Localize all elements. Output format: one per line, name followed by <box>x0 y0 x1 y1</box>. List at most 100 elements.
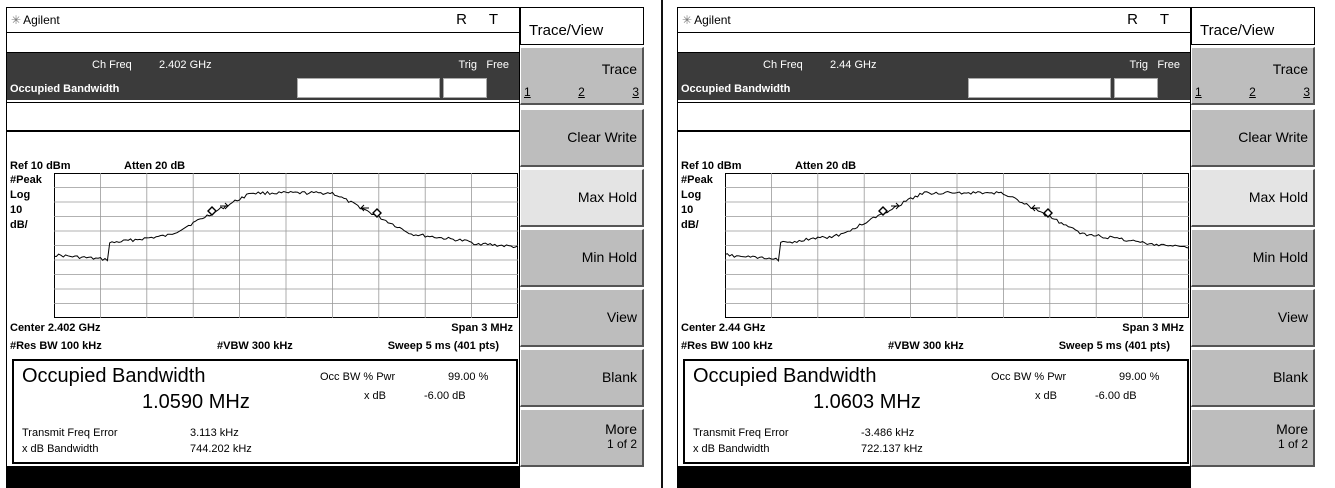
status-line <box>678 102 1190 132</box>
blank-softkey[interactable]: Blank <box>1191 349 1315 407</box>
occ-bw-pwr-label: Occ BW % Pwr <box>991 371 1067 383</box>
softkey-sublabel: 1 of 2 <box>606 437 637 451</box>
softkey-label: View <box>1277 309 1308 325</box>
min-hold-softkey[interactable]: Min Hold <box>1191 229 1315 287</box>
max-hold-softkey[interactable]: Max Hold <box>1191 169 1315 227</box>
softkey-label: Clear Write <box>567 129 637 145</box>
transmit-freq-error-label: Transmit Freq Error <box>693 427 789 439</box>
trace-1-option[interactable]: 1 <box>1195 85 1202 99</box>
diamond-marker-icon <box>207 206 217 216</box>
detector-label: #Peak <box>681 174 713 186</box>
scale-value-label: 10 <box>10 204 23 216</box>
status-line <box>7 102 519 132</box>
softkey-label: More <box>605 421 637 437</box>
title-bar: ✳ Agilent R T <box>678 8 1190 33</box>
span-label: Span 3 MHz <box>1122 322 1184 334</box>
brand-name: Agilent <box>23 13 60 27</box>
brand-name: Agilent <box>694 13 731 27</box>
trace-number-selector: 1 2 3 <box>524 85 639 99</box>
trace-number-selector: 1 2 3 <box>1195 85 1310 99</box>
scale-unit-label: dB/ <box>10 219 28 231</box>
brand-logo: ✳ Agilent <box>11 13 60 27</box>
x-db-bandwidth-label: x dB Bandwidth <box>693 443 770 455</box>
title-bar: ✳ Agilent R T <box>7 8 519 33</box>
scale-unit-label: dB/ <box>681 219 699 231</box>
softkey-label: More <box>1276 421 1308 437</box>
softkey-label: Min Hold <box>1252 249 1308 265</box>
sweep-label: Sweep 5 ms (401 pts) <box>1058 340 1170 352</box>
softkey-label: View <box>606 309 637 325</box>
trace-2-option[interactable]: 2 <box>1249 85 1256 99</box>
ref-level-label: Ref 10 dBm <box>681 160 742 172</box>
ch-freq-value: 2.402 GHz <box>159 59 212 71</box>
softkey-menu: Trace/View Trace 1 2 3 Clear Write Max H… <box>520 7 646 488</box>
transmit-freq-error-value: -3.486 kHz <box>861 427 915 439</box>
softkey-label: Trace <box>601 61 637 77</box>
spectrum-graph <box>725 173 1189 318</box>
view-softkey[interactable]: View <box>1191 289 1315 347</box>
softkey-label: Max Hold <box>1248 189 1308 205</box>
more-softkey[interactable]: More 1 of 2 <box>1191 409 1315 467</box>
softkey-sublabel: 1 of 2 <box>1277 437 1308 451</box>
entry-field-small <box>443 78 487 98</box>
scale-type-label: Log <box>681 189 702 201</box>
detector-label: #Peak <box>10 174 42 186</box>
result-title: Occupied Bandwidth <box>693 365 877 387</box>
max-hold-softkey[interactable]: Max Hold <box>520 169 644 227</box>
x-db-value: -6.00 dB <box>424 390 466 402</box>
results-box: Occupied Bandwidth 1.0603 MHz Occ BW % P… <box>683 359 1189 464</box>
diamond-marker-icon <box>878 206 888 216</box>
analyzer-panel-1: ✳ Agilent R T Ch Freq 2.402 GHz Trig Free… <box>0 0 661 488</box>
transmit-freq-error-value: 3.113 kHz <box>190 427 239 439</box>
occupied-bandwidth-value: 1.0603 MHz <box>813 391 921 413</box>
min-hold-softkey[interactable]: Min Hold <box>520 229 644 287</box>
status-bar <box>7 466 519 487</box>
view-softkey[interactable]: View <box>520 289 644 347</box>
x-db-bandwidth-label: x dB Bandwidth <box>22 443 99 455</box>
measurement-header: Ch Freq 2.44 GHz Trig Free Occupied Band… <box>678 53 1190 100</box>
trace-3-option[interactable]: 3 <box>1303 85 1310 99</box>
vbw-label: #VBW 300 kHz <box>217 340 293 352</box>
occ-bw-pwr-value: 99.00 % <box>448 371 489 383</box>
trig-label: Trig <box>1129 59 1148 71</box>
analyzer-screen: ✳ Agilent R T Ch Freq 2.402 GHz Trig Free… <box>6 7 520 488</box>
entry-field <box>968 78 1111 98</box>
message-line <box>7 33 519 53</box>
trace-1-option[interactable]: 1 <box>524 85 531 99</box>
diamond-marker-icon <box>372 208 382 218</box>
trace-select-softkey[interactable]: Trace 1 2 3 <box>520 47 644 105</box>
entry-field-small <box>1114 78 1158 98</box>
atten-label: Atten 20 dB <box>124 160 186 172</box>
analyzer-panel-2: ✳ Agilent R T Ch Freq 2.44 GHz Trig Free … <box>671 0 1332 488</box>
scale-value-label: 10 <box>681 204 694 216</box>
scale-type-label: Log <box>10 189 31 201</box>
brand-logo: ✳ Agilent <box>682 13 731 27</box>
clear-write-softkey[interactable]: Clear Write <box>520 109 644 167</box>
graticule <box>725 173 1189 318</box>
trace-select-softkey[interactable]: Trace 1 2 3 <box>1191 47 1315 105</box>
measurement-header: Ch Freq 2.402 GHz Trig Free Occupied Ban… <box>7 53 519 100</box>
ch-freq-value: 2.44 GHz <box>830 59 877 71</box>
x-db-label: x dB <box>364 390 387 402</box>
results-box: Occupied Bandwidth 1.0590 MHz Occ BW % P… <box>12 359 518 464</box>
blank-softkey[interactable]: Blank <box>520 349 644 407</box>
trig-value: Free <box>486 59 509 71</box>
arrow-left-icon <box>1031 204 1040 212</box>
ref-level-label: Ref 10 dBm <box>10 160 71 172</box>
transmit-freq-error-label: Transmit Freq Error <box>22 427 118 439</box>
more-softkey[interactable]: More 1 of 2 <box>520 409 644 467</box>
x-db-bandwidth-value: 744.202 kHz <box>190 443 252 455</box>
trig-value: Free <box>1157 59 1180 71</box>
occ-bw-pwr-value: 99.00 % <box>1119 371 1160 383</box>
x-db-label: x dB <box>1035 390 1058 402</box>
softkey-label: Trace <box>1272 61 1308 77</box>
center-freq-label: Center 2.402 GHz <box>10 322 101 334</box>
analyzer-screen: ✳ Agilent R T Ch Freq 2.44 GHz Trig Free … <box>677 7 1191 488</box>
panel-divider <box>661 0 663 488</box>
spectrum-graph <box>54 173 518 318</box>
clear-write-softkey[interactable]: Clear Write <box>1191 109 1315 167</box>
trace-2-option[interactable]: 2 <box>578 85 585 99</box>
trace-3-option[interactable]: 3 <box>632 85 639 99</box>
span-label: Span 3 MHz <box>451 322 513 334</box>
vbw-label: #VBW 300 kHz <box>888 340 964 352</box>
